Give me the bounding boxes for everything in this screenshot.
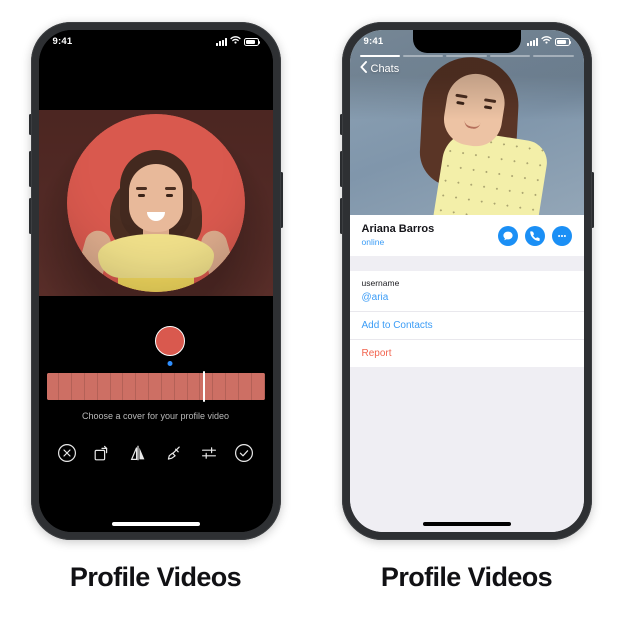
- filmstrip-frame[interactable]: [97, 373, 111, 400]
- video-preview[interactable]: [38, 110, 273, 296]
- caption-right: Profile Videos: [380, 562, 553, 592]
- phone-screen-left: 9:41 Choose a cover for your profile vid…: [38, 30, 273, 532]
- signal-bars-icon: [215, 38, 227, 46]
- back-button[interactable]: Chats: [359, 61, 400, 76]
- message-button[interactable]: [497, 225, 518, 246]
- filmstrip-frame[interactable]: [123, 373, 137, 400]
- volume-down-button[interactable]: [339, 198, 343, 234]
- media-segment[interactable]: [533, 55, 574, 57]
- filmstrip-frame[interactable]: [174, 373, 188, 400]
- draw-button[interactable]: [162, 442, 184, 464]
- status-time: 9:41: [52, 36, 73, 47]
- report-button[interactable]: Report: [350, 340, 584, 367]
- cover-hint-text: Choose a cover for your profile video: [81, 411, 230, 421]
- wifi-icon: [229, 36, 241, 47]
- crop-dim-mask: [38, 110, 273, 296]
- filmstrip-frame[interactable]: [161, 373, 175, 400]
- back-button-label: Chats: [370, 62, 400, 75]
- filmstrip-frame[interactable]: [136, 373, 150, 400]
- phone-frame-left: 9:41 Choose a cover for your profile vid…: [28, 22, 283, 540]
- media-segment[interactable]: [359, 55, 400, 57]
- filmstrip-frame[interactable]: [46, 373, 60, 400]
- signal-bars-icon: [526, 38, 538, 46]
- username-label: username: [361, 278, 400, 288]
- volume-up-button[interactable]: [339, 151, 343, 187]
- username-value[interactable]: @aria: [362, 290, 572, 305]
- media-segment[interactable]: [446, 55, 487, 57]
- caption-left: Profile Videos: [69, 562, 242, 592]
- filmstrip-frame[interactable]: [213, 373, 227, 400]
- flip-button[interactable]: [127, 442, 149, 464]
- home-indicator-left[interactable]: [111, 522, 200, 526]
- battery-icon: [243, 37, 261, 46]
- filmstrip-timeline[interactable]: [46, 373, 265, 400]
- call-button[interactable]: [524, 225, 545, 246]
- media-segment-indicator: [359, 55, 574, 57]
- section-gap: [349, 256, 584, 271]
- username-row[interactable]: username @aria: [349, 271, 584, 312]
- profile-header: Ariana Barros online: [349, 215, 584, 256]
- list-empty-area: [349, 390, 584, 532]
- volume-up-button[interactable]: [28, 151, 32, 187]
- filmstrip-frame[interactable]: [84, 373, 98, 400]
- filmstrip-frame[interactable]: [72, 373, 85, 400]
- cover-avatar-preview: [154, 326, 185, 356]
- phone-frame-right: 9:41 Chats Ariana Barros online username…: [339, 22, 594, 540]
- home-indicator-right[interactable]: [422, 522, 511, 526]
- chevron-left-icon: [359, 61, 367, 76]
- timeline-scrubber[interactable]: [203, 371, 206, 402]
- screenshot-root: 9:41 Choose a cover for your profile vid…: [0, 0, 622, 619]
- mute-switch[interactable]: [28, 114, 32, 135]
- filmstrip-frame[interactable]: [238, 373, 252, 400]
- profile-name: Ariana Barros: [361, 222, 435, 235]
- media-top-gradient: [349, 30, 584, 215]
- volume-down-button[interactable]: [28, 198, 32, 234]
- profile-screen: 9:41 Chats Ariana Barros online username…: [349, 30, 584, 532]
- cover-chooser-screen: 9:41 Choose a cover for your profile vid…: [38, 30, 273, 532]
- left-panel: 9:41 Choose a cover for your profile vid…: [0, 0, 311, 619]
- editor-toolbar: [39, 436, 273, 470]
- adjust-button[interactable]: [198, 442, 220, 464]
- confirm-button[interactable]: [233, 442, 255, 464]
- media-segment[interactable]: [489, 55, 531, 57]
- power-button[interactable]: [590, 172, 594, 228]
- filmstrip-frame[interactable]: [200, 373, 214, 400]
- mute-switch[interactable]: [339, 114, 343, 135]
- playhead-dot-icon: [167, 361, 172, 366]
- filmstrip-frame[interactable]: [59, 373, 73, 400]
- more-button[interactable]: [551, 225, 572, 246]
- status-time: 9:41: [363, 36, 384, 47]
- profile-info-list: username @aria Add to Contacts Report: [349, 271, 584, 367]
- notch-right: [412, 30, 521, 53]
- avatar-subject: [156, 327, 184, 355]
- power-button[interactable]: [279, 172, 283, 228]
- profile-media[interactable]: [349, 30, 584, 215]
- profile-status: online: [361, 236, 385, 247]
- rotate-button[interactable]: [91, 442, 113, 464]
- filmstrip-frame[interactable]: [110, 373, 124, 400]
- media-segment[interactable]: [402, 55, 444, 57]
- add-to-contacts-button[interactable]: Add to Contacts: [349, 312, 584, 340]
- battery-icon: [554, 37, 572, 46]
- filmstrip-frame[interactable]: [187, 373, 201, 400]
- cancel-button[interactable]: [56, 442, 78, 464]
- filmstrip-frame[interactable]: [149, 373, 162, 400]
- notch-left: [101, 30, 210, 53]
- phone-screen-right: 9:41 Chats Ariana Barros online username…: [349, 30, 584, 532]
- profile-actions: [497, 225, 572, 246]
- filmstrip-frame[interactable]: [226, 373, 239, 400]
- wifi-icon: [540, 36, 552, 47]
- filmstrip-frame[interactable]: [251, 373, 265, 400]
- right-panel: 9:41 Chats Ariana Barros online username…: [311, 0, 622, 619]
